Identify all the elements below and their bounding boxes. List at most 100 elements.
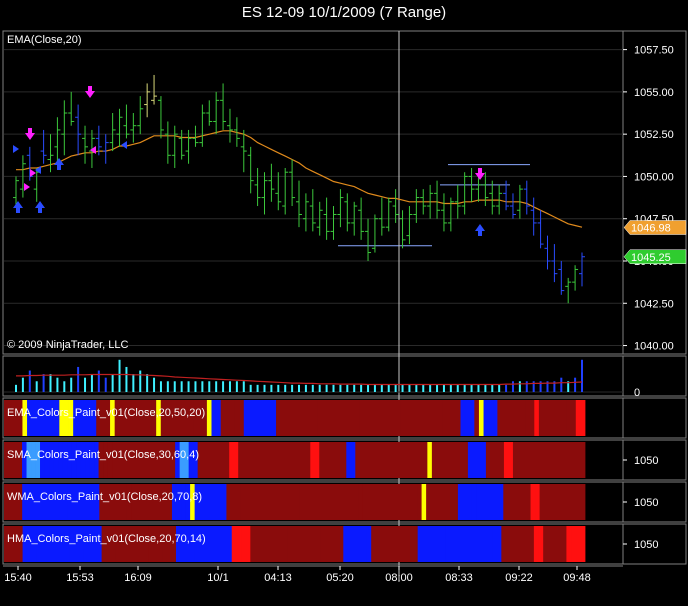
ema-price-badge-label: 1046.98 [631,223,671,235]
paint-bar [254,526,261,562]
paint-bar [471,484,477,520]
paint-bar [368,400,374,436]
paint-bar [561,526,567,562]
paint-bar [285,400,291,436]
paint-bar [517,442,523,478]
paint-bar [398,484,404,520]
paint-bar [357,526,363,562]
ohlc-bar [144,83,151,118]
paint-bar [264,526,270,562]
time-tick-label: 15:40 [4,572,32,584]
ohlc-bar [344,193,351,232]
paint-bar [519,526,525,562]
paint-bar [217,484,223,520]
paint-bar [562,484,568,520]
paint-bar [466,484,472,520]
paint-bar [231,526,237,562]
paint-bar [315,526,321,562]
price-indicator-label: EMA(Close,20) [7,34,82,46]
paint-bar [454,526,460,562]
ohlc-bar [447,197,454,232]
paint-bar [403,484,409,520]
paint-bar [468,526,474,562]
paint-bar [262,400,268,436]
paint-bar [294,400,300,436]
paint-bar [440,526,446,562]
paint-bar [359,442,365,478]
paint-bar [229,400,235,436]
paint-bar [419,400,425,436]
paint-bar [345,400,351,436]
paint-bar [287,526,293,562]
paint-bar [326,484,332,520]
paint-bar [544,442,550,478]
paint-bar [389,484,395,520]
paint-bar [391,442,397,478]
paint-bar [386,400,392,436]
paint-bar [385,484,391,520]
paint-bar [248,400,254,436]
paint-bar [269,442,275,478]
paint-bar [553,442,559,478]
paint-bar [289,484,295,520]
ohlc-bar [309,189,316,232]
paint-bar [394,484,400,520]
paint-bar [539,484,545,520]
paint-bar [511,400,517,436]
paint-bar [529,400,535,436]
paint-bar [444,484,450,520]
paint-bar [203,484,209,520]
paint-bar [435,484,441,520]
price-tick-label: 1052.50 [634,129,674,141]
paint-bar [385,526,391,562]
paint-bar [371,526,377,562]
paint-bar [561,400,567,436]
time-tick-label: 15:53 [66,572,94,584]
paint-bar [521,484,527,520]
paint-bar [426,484,432,520]
paint-bar [330,484,336,520]
paint-bar [580,526,586,562]
paint-bar [212,484,218,520]
paint-bar [427,442,433,478]
paint-bar [557,400,563,436]
paint-panel-value: 1050 [634,455,658,467]
paint-bar [409,400,415,436]
paint-bar [350,442,356,478]
ohlc-bar [116,108,123,147]
price-tick-label: 1040.00 [634,341,674,353]
paint-bar [241,526,247,562]
paint-bar [548,484,554,520]
paint-bar [339,484,345,520]
ohlc-bar [254,167,261,207]
paint-bar [512,484,518,520]
paint-bar [310,526,316,562]
paint-bar [347,526,353,562]
paint-bar [418,442,424,478]
paint-bar [265,442,271,478]
price-panel-frame [2,30,687,355]
ohlc-bar [565,277,572,304]
ohlc-bar [261,172,268,215]
paint-bar [437,400,443,436]
paint-bar [449,442,455,478]
paint-bar [571,400,577,436]
paint-panel-label: EMA_Colors_Paint_v01(Close,20,50,20) [7,407,205,419]
ohlc-bar [413,189,420,223]
paint-bar [575,526,581,562]
paint-bar [321,484,327,520]
paint-bar [557,526,563,562]
paint-bar [303,400,309,436]
paint-bar [485,442,491,478]
paint-bar [476,442,482,478]
paint-bar [278,442,284,478]
paint-bar [483,400,489,436]
paint-bar [502,400,508,436]
paint-bar [352,526,358,562]
chart-svg[interactable]: 1057.501055.001052.501050.001047.501045.… [0,0,688,606]
paint-bar [423,400,429,436]
paint-bar [547,526,553,562]
paint-bar [548,400,554,436]
paint-bar [553,484,559,520]
paint-bar [464,526,470,562]
